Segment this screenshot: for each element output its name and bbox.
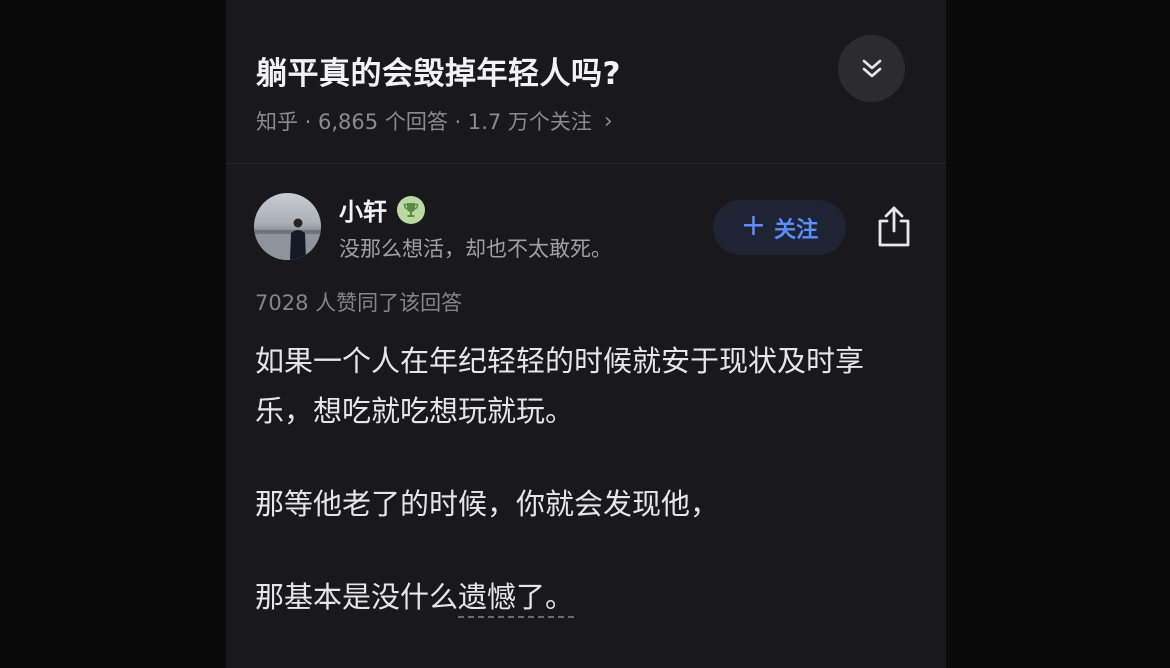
chevron-right-icon: › bbox=[603, 108, 613, 134]
author-name-text: 小轩 bbox=[339, 198, 387, 226]
plus-icon: + bbox=[740, 208, 767, 243]
header-divider bbox=[226, 163, 946, 164]
author-name[interactable]: 小轩 bbox=[339, 192, 425, 227]
answer-text: 那基本是没什么 bbox=[255, 580, 459, 614]
follow-button[interactable]: + 关注 bbox=[713, 200, 846, 255]
question-title[interactable]: 躺平真的会毁掉年轻人吗? bbox=[256, 48, 621, 93]
follow-button-label: 关注 bbox=[774, 217, 819, 243]
upvote-count: 7028 人赞同了该回答 bbox=[255, 291, 463, 315]
share-button[interactable] bbox=[874, 204, 914, 250]
trophy-icon[interactable] bbox=[397, 195, 425, 224]
answer-paragraph: 那等他老了的时候，你就会发现他， bbox=[255, 487, 720, 521]
avatar-photo bbox=[254, 218, 321, 260]
collapse-button[interactable] bbox=[838, 35, 905, 102]
answer-screen: 躺平真的会毁掉年轻人吗? 知乎 · 6,865 个回答 · 1.7 万个关注 ›… bbox=[226, 0, 946, 668]
answer-paragraph: 那基本是没什么遗憾了。 bbox=[255, 572, 915, 622]
author-bio: 没那么想活，却也不太敢死。 bbox=[339, 237, 612, 261]
answer-content: 如果一个人在年纪轻轻的时候就安于现状及时享乐，想吃就吃想玩就玩。 那等他老了的时… bbox=[255, 336, 915, 665]
double-chevron-down-icon bbox=[862, 59, 881, 77]
question-meta[interactable]: 知乎 · 6,865 个回答 · 1.7 万个关注 › bbox=[256, 106, 613, 136]
share-icon bbox=[878, 206, 910, 247]
avatar[interactable] bbox=[254, 193, 321, 260]
question-meta-text: 知乎 · 6,865 个回答 · 1.7 万个关注 bbox=[256, 110, 592, 134]
answer-paragraph: 如果一个人在年纪轻轻的时候就安于现状及时享乐，想吃就吃想玩就玩。 bbox=[255, 344, 865, 428]
annotated-text[interactable]: 遗憾了。 bbox=[458, 580, 575, 618]
